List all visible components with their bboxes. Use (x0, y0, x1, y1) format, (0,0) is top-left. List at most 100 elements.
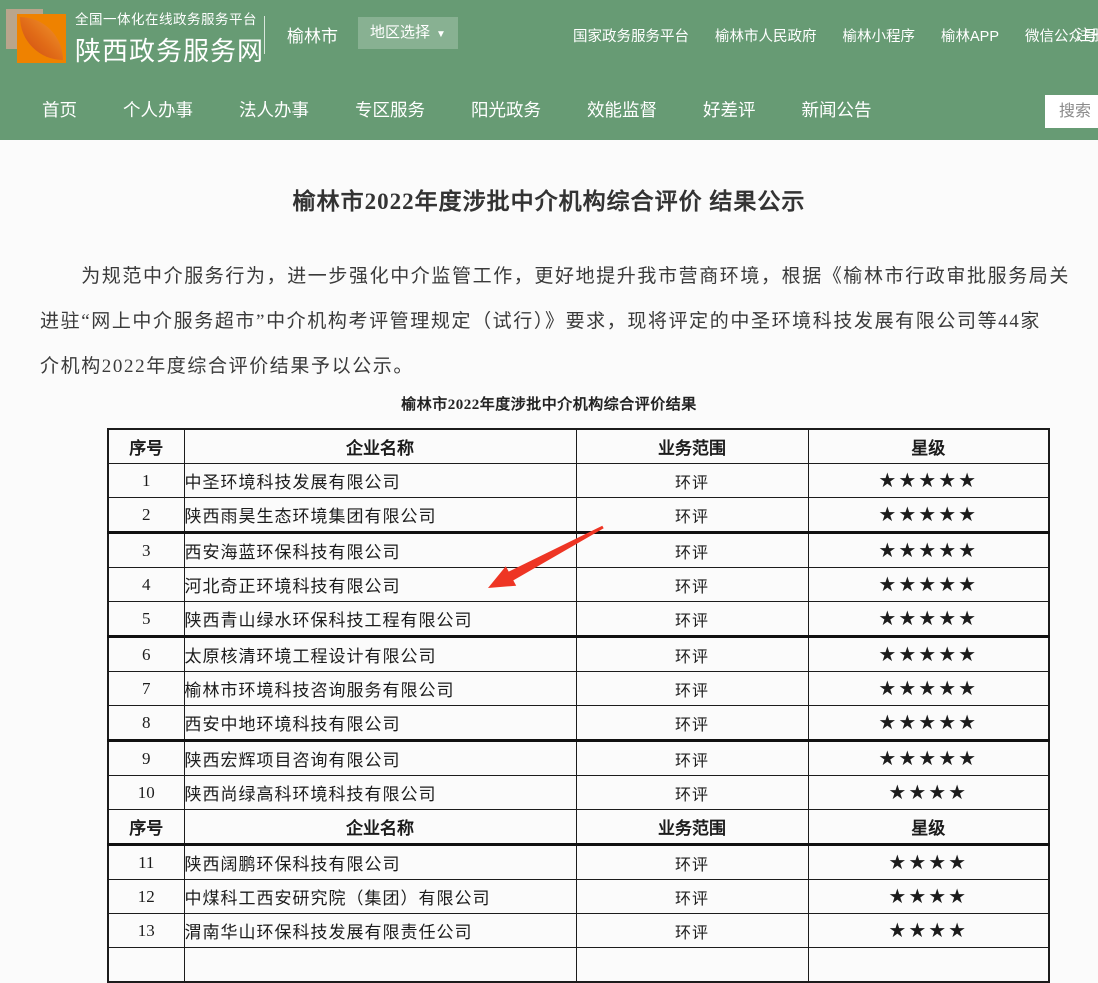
company-name-cell: 西安海蓝环保科技有限公司 (184, 533, 576, 568)
nav-item[interactable]: 首页 (0, 97, 100, 122)
row-number-cell: 1 (108, 464, 184, 498)
row-number-cell: 11 (108, 845, 184, 880)
register-link[interactable]: 注册 (1076, 24, 1098, 45)
company-name-cell: 太原核清环境工程设计有限公司 (184, 637, 576, 672)
company-name-cell: 陕西雨昊生态环境集团有限公司 (184, 498, 576, 533)
star-rating-cell: ★★★★ (808, 776, 1049, 810)
business-scope-cell: 环评 (576, 845, 808, 880)
table-row: 12中煤科工西安研究院（集团）有限公司环评★★★★ (108, 880, 1049, 914)
platform-tagline: 全国一体化在线政务服务平台 (75, 8, 264, 28)
search-box[interactable] (1045, 95, 1098, 128)
region-select-label: 地区选择 (370, 24, 430, 41)
business-scope-cell: 环评 (576, 568, 808, 602)
business-scope-cell: 环评 (576, 498, 808, 533)
star-rating-cell: ★★★★★ (808, 741, 1049, 776)
logo-leaf-shape (20, 17, 63, 60)
table-header-row: 序号企业名称业务范围星级 (108, 810, 1049, 845)
column-header: 业务范围 (576, 429, 808, 464)
table-header-row: 序号企业名称业务范围星级 (108, 429, 1049, 464)
table-row: 13渭南华山环保科技发展有限责任公司环评★★★★ (108, 914, 1049, 948)
business-scope-cell: 环评 (576, 776, 808, 810)
company-name-cell: 陕西青山绿水环保科技工程有限公司 (184, 602, 576, 637)
empty-cell (576, 948, 808, 983)
nav-item[interactable]: 好差评 (680, 97, 779, 122)
top-link[interactable]: 国家政务服务平台 (560, 25, 702, 46)
nav-item[interactable]: 效能监督 (564, 97, 680, 122)
column-header: 企业名称 (184, 429, 576, 464)
table-row: 5陕西青山绿水环保科技工程有限公司环评★★★★★ (108, 602, 1049, 637)
star-rating-cell: ★★★★★ (808, 464, 1049, 498)
row-number-cell: 6 (108, 637, 184, 672)
row-number-cell: 5 (108, 602, 184, 637)
star-rating-cell: ★★★★★ (808, 672, 1049, 706)
top-links: 国家政务服务平台榆林市人民政府榆林小程序榆林APP微信公众号 (560, 0, 1098, 70)
table-row: 10陕西尚绿高科环境科技有限公司环评★★★★ (108, 776, 1049, 810)
business-scope-cell: 环评 (576, 880, 808, 914)
company-name-cell: 榆林市环境科技咨询服务有限公司 (184, 672, 576, 706)
company-name-cell: 河北奇正环境科技有限公司 (184, 568, 576, 602)
star-rating-cell: ★★★★★ (808, 602, 1049, 637)
empty-cell (808, 948, 1049, 983)
brand-divider (264, 16, 265, 54)
company-name-cell: 中圣环境科技发展有限公司 (184, 464, 576, 498)
top-link[interactable]: 榆林小程序 (830, 25, 929, 46)
nav-item[interactable]: 新闻公告 (779, 97, 895, 122)
column-header: 星级 (808, 429, 1049, 464)
company-name-cell: 西安中地环境科技有限公司 (184, 706, 576, 741)
current-city-label: 榆林市 (287, 22, 338, 47)
empty-cell (108, 948, 184, 983)
star-rating-cell: ★★★★★ (808, 706, 1049, 741)
paragraph-line: 为规范中介服务行为，进一步强化中介监管工作，更好地提升我市营商环境，根据《榆林市… (40, 254, 1098, 299)
row-number-cell: 10 (108, 776, 184, 810)
paragraph-line: 介机构2022年度综合评价结果予以公示。 (40, 344, 1098, 389)
row-number-cell: 12 (108, 880, 184, 914)
row-number-cell: 3 (108, 533, 184, 568)
top-link[interactable]: 榆林市人民政府 (702, 25, 830, 46)
top-link[interactable]: 榆林APP (928, 25, 1012, 46)
row-number-cell: 13 (108, 914, 184, 948)
chevron-down-icon: ▼ (436, 29, 446, 40)
row-number-cell: 8 (108, 706, 184, 741)
company-name-cell: 陕西宏辉项目咨询有限公司 (184, 741, 576, 776)
main-nav: 首页个人办事法人办事专区服务阳光政务效能监督好差评新闻公告 (0, 78, 1098, 140)
column-header: 企业名称 (184, 810, 576, 845)
region-select-button[interactable]: 地区选择 ▼ (358, 17, 458, 49)
table-row: 11陕西阔鹏环保科技有限公司环评★★★★ (108, 845, 1049, 880)
company-name-cell: 陕西阔鹏环保科技有限公司 (184, 845, 576, 880)
star-rating-cell: ★★★★★ (808, 637, 1049, 672)
empty-cell (184, 948, 576, 983)
table-row: 4河北奇正环境科技有限公司环评★★★★★ (108, 568, 1049, 602)
site-name: 陕西政务服务网 (75, 31, 264, 68)
partial-table-row (108, 948, 1049, 983)
table-row: 7榆林市环境科技咨询服务有限公司环评★★★★★ (108, 672, 1049, 706)
business-scope-cell: 环评 (576, 637, 808, 672)
company-name-cell: 渭南华山环保科技发展有限责任公司 (184, 914, 576, 948)
table-row: 1中圣环境科技发展有限公司环评★★★★★ (108, 464, 1049, 498)
star-rating-cell: ★★★★ (808, 914, 1049, 948)
row-number-cell: 7 (108, 672, 184, 706)
nav-item[interactable]: 法人办事 (216, 97, 332, 122)
star-rating-cell: ★★★★★ (808, 533, 1049, 568)
star-rating-cell: ★★★★★ (808, 568, 1049, 602)
row-number-cell: 2 (108, 498, 184, 533)
business-scope-cell: 环评 (576, 533, 808, 568)
search-input[interactable] (1057, 102, 1098, 122)
business-scope-cell: 环评 (576, 602, 808, 637)
table-row: 2陕西雨昊生态环境集团有限公司环评★★★★★ (108, 498, 1049, 533)
table-row: 3西安海蓝环保科技有限公司环评★★★★★ (108, 533, 1049, 568)
nav-item[interactable]: 个人办事 (100, 97, 216, 122)
company-name-cell: 陕西尚绿高科环境科技有限公司 (184, 776, 576, 810)
business-scope-cell: 环评 (576, 672, 808, 706)
business-scope-cell: 环评 (576, 914, 808, 948)
logo-orange-square (17, 14, 66, 63)
row-number-cell: 9 (108, 741, 184, 776)
star-rating-cell: ★★★★ (808, 845, 1049, 880)
nav-item[interactable]: 阳光政务 (448, 97, 564, 122)
column-header: 业务范围 (576, 810, 808, 845)
table-row: 6太原核清环境工程设计有限公司环评★★★★★ (108, 637, 1049, 672)
brand-text: 全国一体化在线政务服务平台 陕西政务服务网 (75, 8, 264, 68)
business-scope-cell: 环评 (576, 706, 808, 741)
nav-item[interactable]: 专区服务 (332, 97, 448, 122)
company-name-cell: 中煤科工西安研究院（集团）有限公司 (184, 880, 576, 914)
site-header: 全国一体化在线政务服务平台 陕西政务服务网 榆林市 地区选择 ▼ 国家政务服务平台… (0, 0, 1098, 140)
